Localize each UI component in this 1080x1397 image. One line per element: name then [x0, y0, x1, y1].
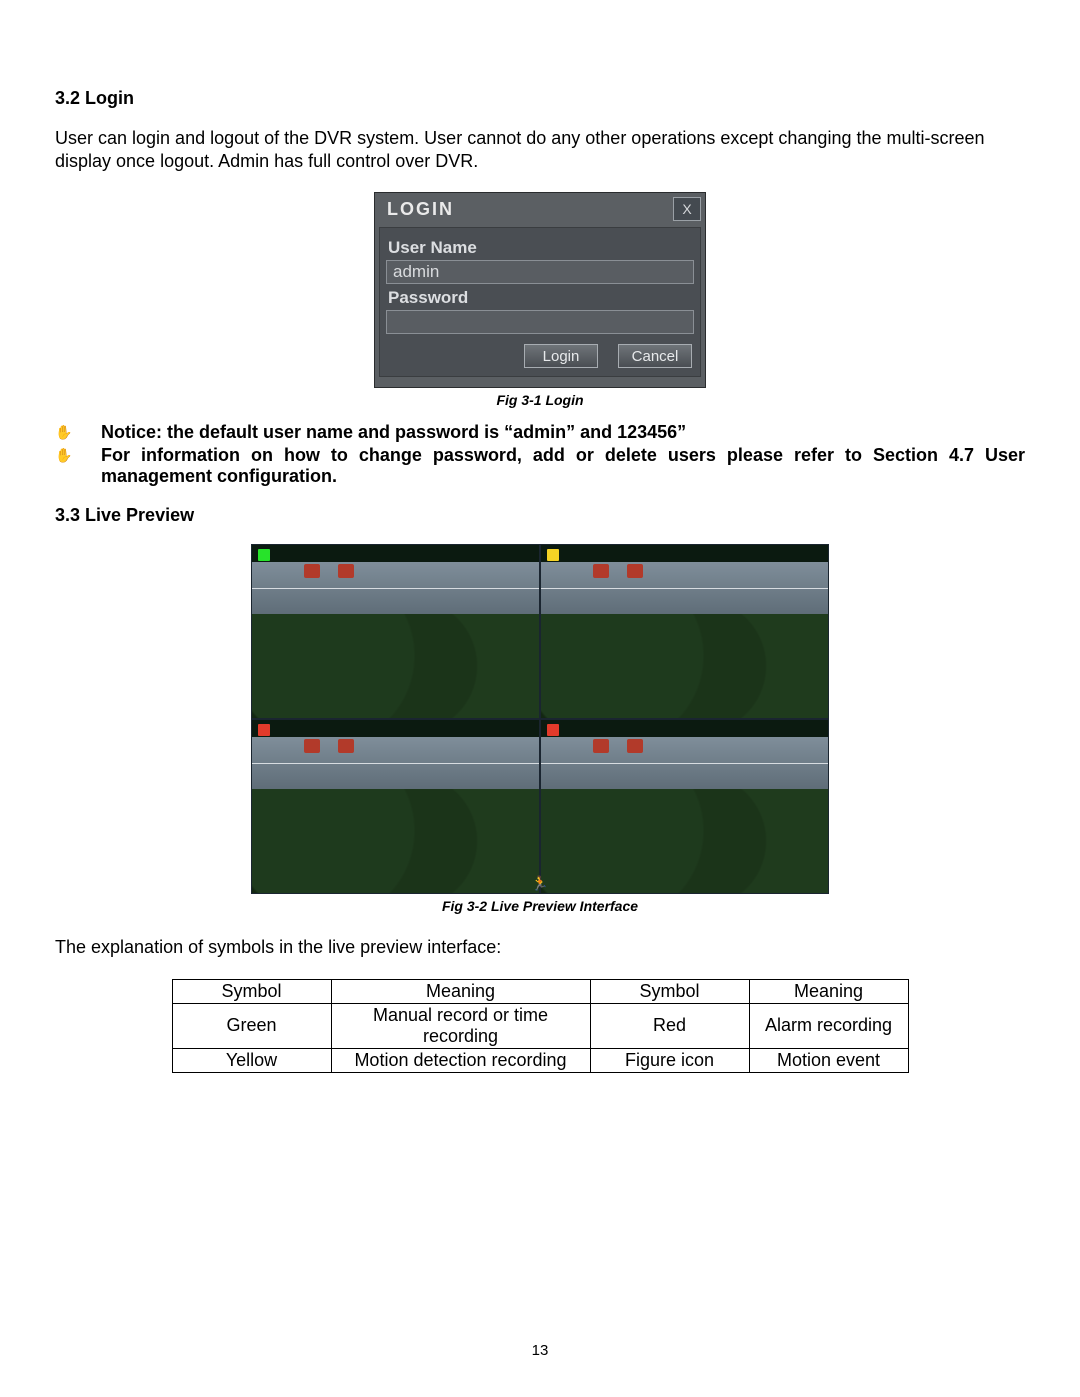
table-cell: Figure icon — [590, 1048, 749, 1072]
fig-3-2-caption: Fig 3-2 Live Preview Interface — [442, 898, 638, 914]
camera-pane-3 — [251, 719, 540, 894]
camera-pane-4 — [540, 719, 829, 894]
login-dialog: LOGIN X User Name admin Password Login C… — [374, 192, 706, 388]
status-dot-red — [547, 724, 559, 736]
login-button[interactable]: Login — [524, 344, 598, 368]
table-row: Green Manual record or time recording Re… — [172, 1003, 908, 1048]
camera-pane-1 — [251, 544, 540, 719]
table-header-row: Symbol Meaning Symbol Meaning — [172, 979, 908, 1003]
cancel-button[interactable]: Cancel — [618, 344, 692, 368]
login-dialog-title: LOGIN — [379, 199, 454, 220]
notice-line-2: For information on how to change passwor… — [101, 445, 1025, 487]
status-dot-green — [258, 549, 270, 561]
table-cell: Motion event — [749, 1048, 908, 1072]
live-preview-quad: 🏃 — [251, 544, 829, 894]
section-3-3-title: 3.3 Live Preview — [55, 505, 1025, 526]
page-number: 13 — [0, 1342, 1080, 1359]
camera-pane-2 — [540, 544, 829, 719]
table-row: Yellow Motion detection recording Figure… — [172, 1048, 908, 1072]
username-label: User Name — [388, 238, 692, 258]
table-cell: Motion detection recording — [331, 1048, 590, 1072]
hand-icon: ✋ — [55, 445, 101, 487]
section-3-2-title: 3.2 Login — [55, 88, 1025, 109]
symbol-table: Symbol Meaning Symbol Meaning Green Manu… — [172, 979, 909, 1073]
table-cell: Red — [590, 1003, 749, 1048]
table-cell: Manual record or time recording — [331, 1003, 590, 1048]
table-cell: Meaning — [331, 979, 590, 1003]
username-field[interactable]: admin — [386, 260, 694, 284]
table-cell: Meaning — [749, 979, 908, 1003]
section-3-3-body: The explanation of symbols in the live p… — [55, 936, 1025, 959]
fig-3-1-caption: Fig 3-1 Login — [496, 392, 583, 408]
section-3-2-body: User can login and logout of the DVR sys… — [55, 127, 1025, 172]
table-cell: Symbol — [590, 979, 749, 1003]
status-dot-yellow — [547, 549, 559, 561]
status-dot-red — [258, 724, 270, 736]
figure-icon: 🏃 — [531, 875, 548, 892]
table-cell: Alarm recording — [749, 1003, 908, 1048]
hand-icon: ✋ — [55, 422, 101, 443]
table-cell: Green — [172, 1003, 331, 1048]
password-field[interactable] — [386, 310, 694, 334]
table-cell: Symbol — [172, 979, 331, 1003]
close-icon[interactable]: X — [673, 197, 701, 221]
table-cell: Yellow — [172, 1048, 331, 1072]
password-label: Password — [388, 288, 692, 308]
notice-line-1: Notice: the default user name and passwo… — [101, 422, 1025, 443]
